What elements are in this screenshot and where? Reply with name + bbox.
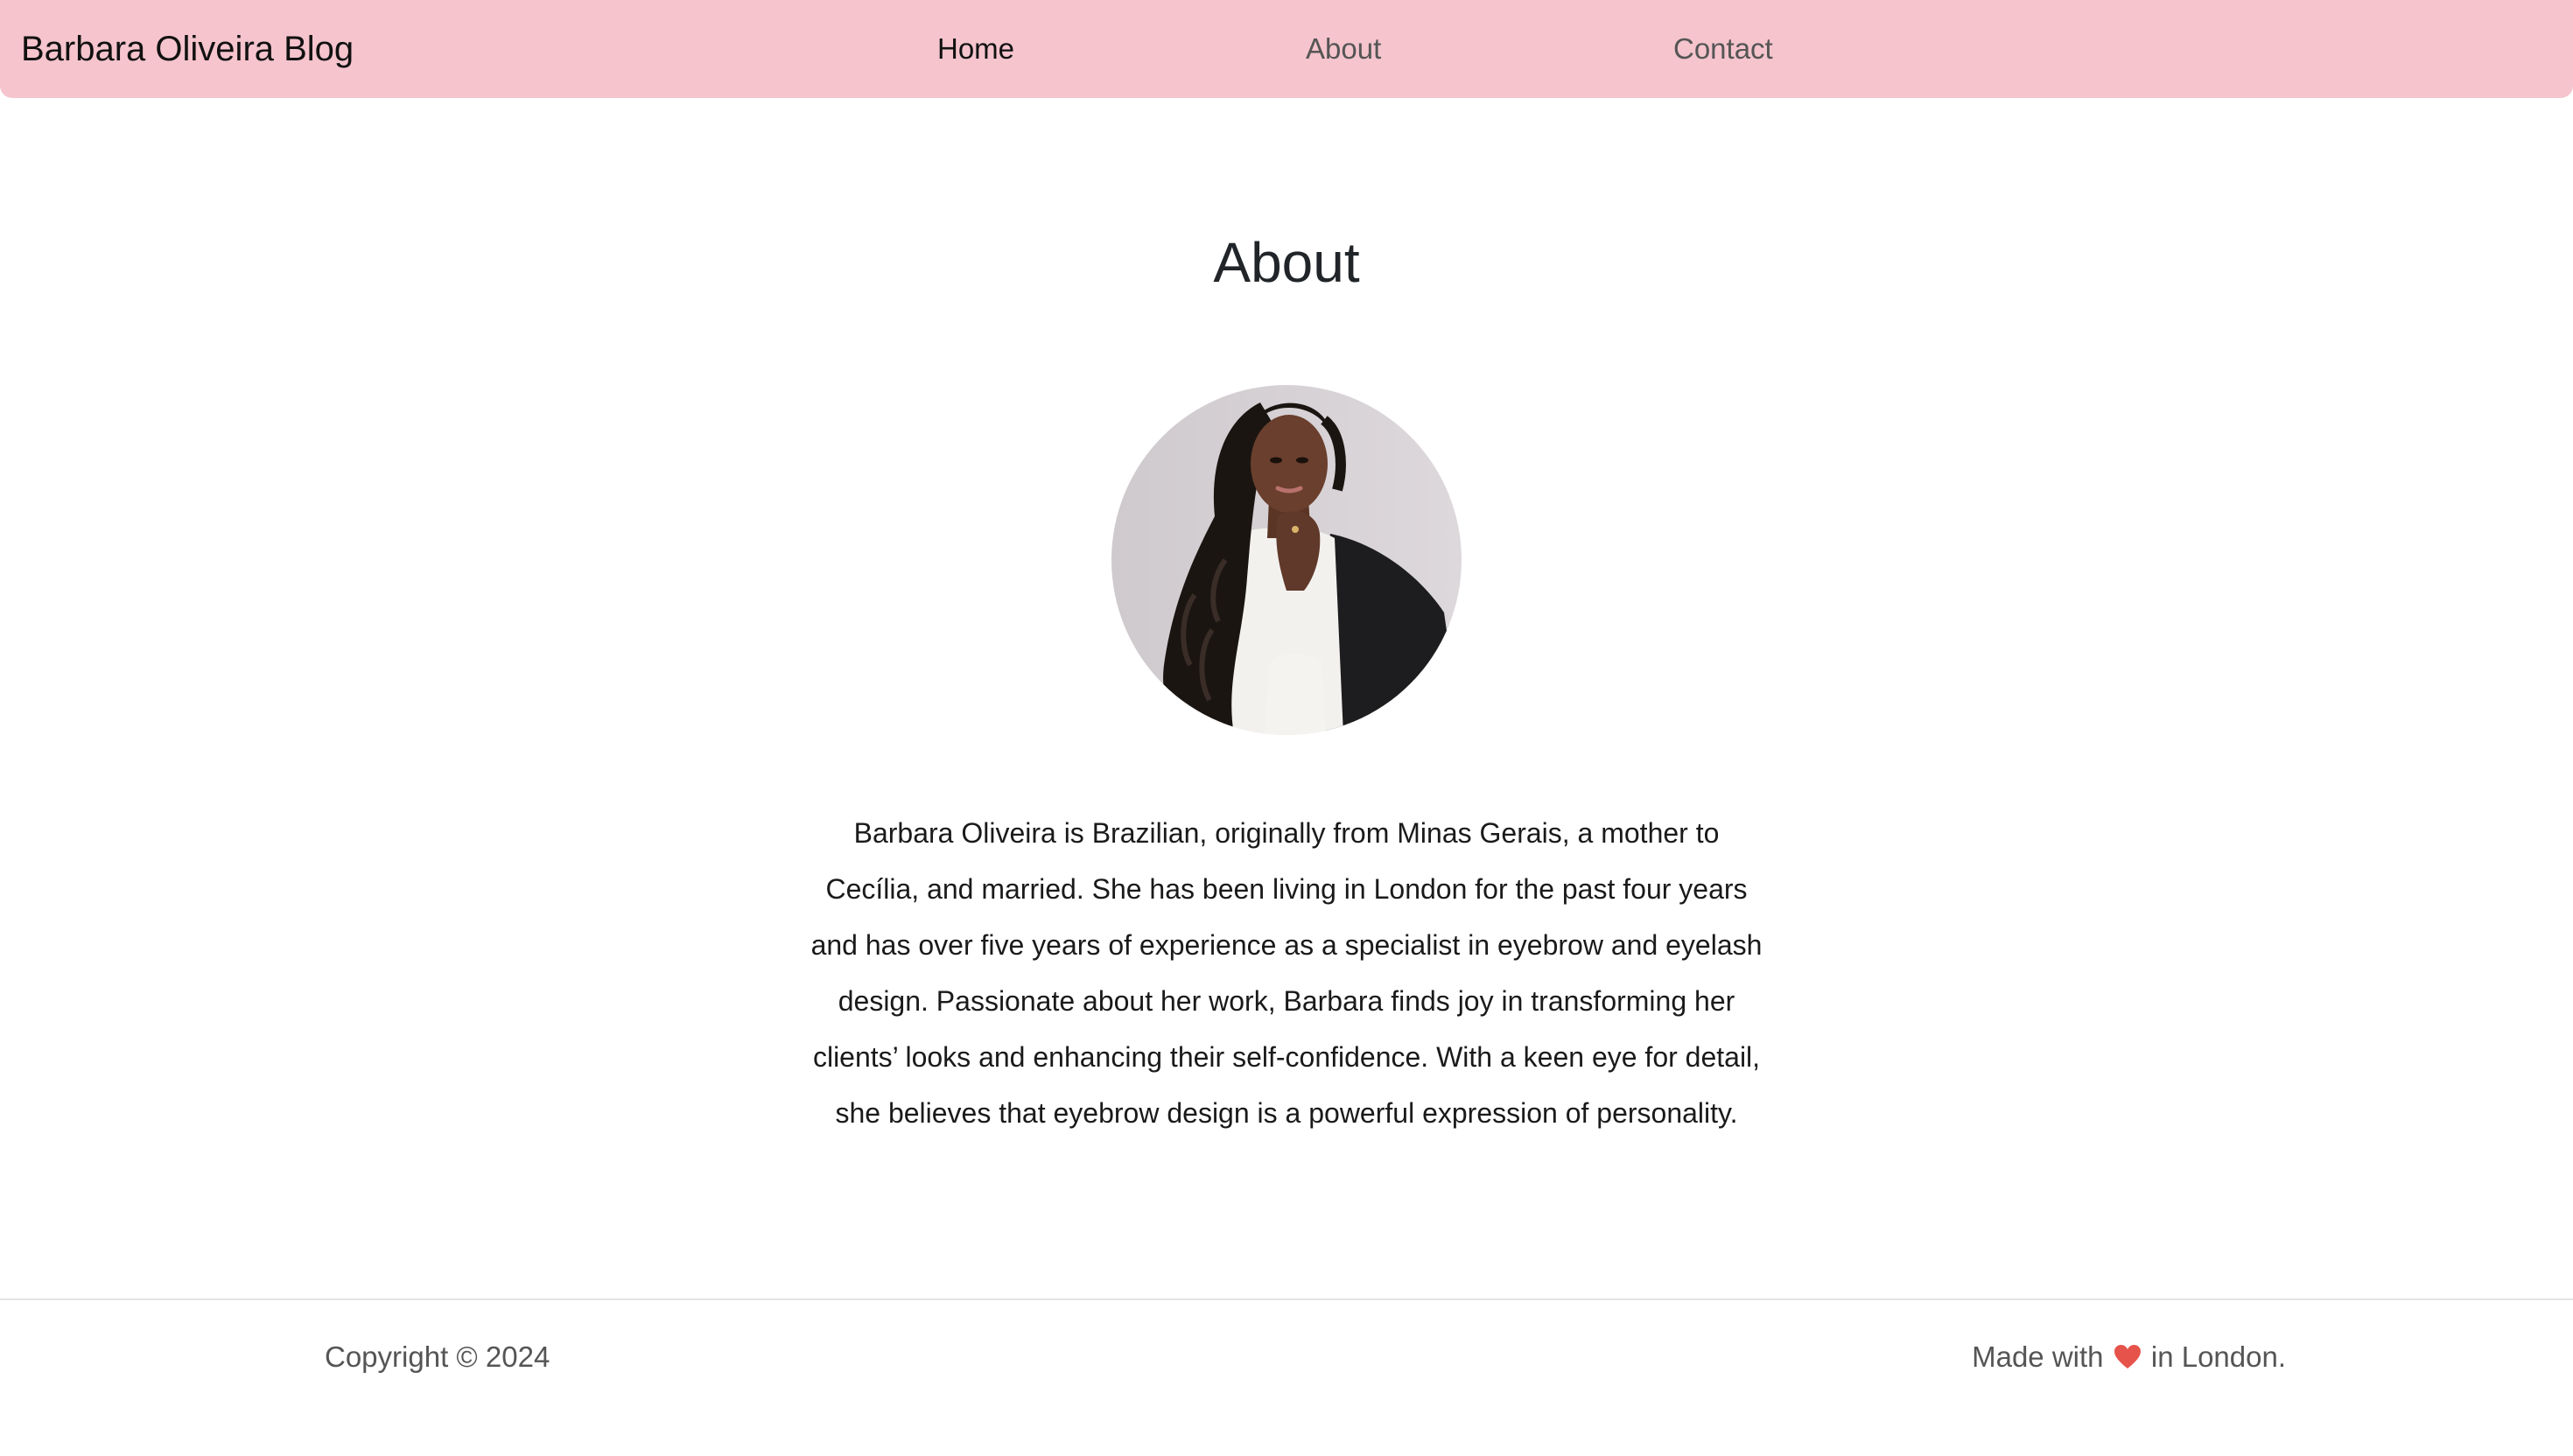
made-with-prefix: Made with <box>1972 1340 2104 1373</box>
profile-photo <box>1111 385 1462 735</box>
heart-icon <box>2114 1339 2142 1382</box>
made-with-suffix: in London. <box>2150 1340 2286 1373</box>
brand-link[interactable]: Barbara Oliveira Blog <box>21 24 354 74</box>
bio-paragraph: Barbara Oliveira is Brazilian, originall… <box>810 817 1763 1129</box>
nav-link-home[interactable]: Home <box>937 26 1014 72</box>
footer-divider <box>0 1298 2573 1300</box>
navbar: Barbara Oliveira Blog Home About Contact <box>0 0 2573 98</box>
nav-link-about[interactable]: About <box>1306 26 1381 72</box>
footer-copyright: Copyright © 2024 <box>325 1340 550 1373</box>
nav-link-contact[interactable]: Contact <box>1673 26 1773 72</box>
page-title: About <box>1213 231 1360 294</box>
footer-made-with: Made with in London. <box>1972 1335 2286 1382</box>
